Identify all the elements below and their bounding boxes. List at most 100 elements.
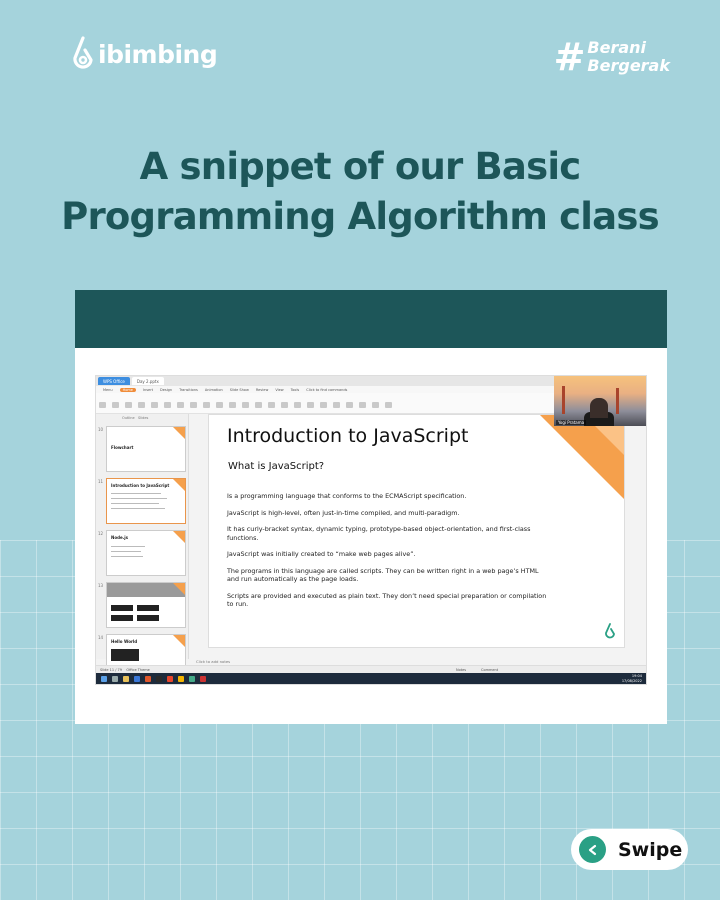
slide-subtitle[interactable]: What is JavaScript? <box>228 461 324 472</box>
menu-item-home[interactable]: Home <box>119 387 136 392</box>
thumbnail-text-line <box>111 503 159 504</box>
slide-thumbnail-12[interactable]: 12 Node.js <box>98 530 186 576</box>
select-icon[interactable] <box>385 402 392 408</box>
logo-text: ibimbing <box>98 39 218 69</box>
slide-paragraph: JavaScript is high-level, often just-in-… <box>227 508 460 517</box>
menu-item-view[interactable]: View <box>275 388 283 392</box>
thumbnail-number: 12 <box>98 531 104 536</box>
presenter-head <box>590 398 608 418</box>
menu-item-tools[interactable]: Tools <box>291 388 300 392</box>
slide-thumbnail-11[interactable]: 11 Introduction to JavaScript <box>98 478 186 524</box>
tab-day2[interactable]: Day 2.pptx <box>131 377 164 385</box>
picture-icon[interactable] <box>333 402 340 408</box>
thumbnail-number: 14 <box>98 635 104 640</box>
thumbnail-corner <box>173 427 185 439</box>
ibimbing-logo: ibimbing <box>70 36 218 72</box>
font-color-icon[interactable] <box>242 402 249 408</box>
swipe-arrow-icon <box>579 836 606 863</box>
hashtag-berani-bergerak: # Berani Bergerak <box>554 38 670 76</box>
cut-icon[interactable] <box>112 402 119 408</box>
menu-item-transitions[interactable]: Transitions <box>179 388 198 392</box>
thumbnail-corner <box>173 531 185 543</box>
thumbnail-text-line <box>111 556 143 557</box>
slide-paragraph: Is a programming language that conforms … <box>227 492 467 500</box>
chrome-icon[interactable] <box>178 675 184 682</box>
arrange-icon[interactable] <box>346 402 353 408</box>
bold-icon[interactable] <box>203 402 210 408</box>
edge-icon[interactable] <box>134 675 140 682</box>
hashtag-line1: Berani <box>587 38 647 57</box>
presenter-name: Yogi Pratama <box>556 420 587 425</box>
theme-name: Office Theme <box>126 668 150 672</box>
card-header-band <box>75 290 667 348</box>
menu-item-design[interactable]: Design <box>160 388 172 392</box>
search-icon[interactable] <box>112 675 118 682</box>
numbering-icon[interactable] <box>268 402 275 408</box>
thumbnail-title: Hello World <box>111 639 138 644</box>
swipe-label: Swipe <box>618 838 683 861</box>
italic-icon[interactable] <box>216 402 223 408</box>
menu-item-review[interactable]: Review <box>256 388 269 392</box>
thumbnail-image <box>111 605 133 611</box>
slide-logo-icon <box>605 623 615 639</box>
presenter-video: Yogi Pratama <box>554 376 646 426</box>
thumbnail-text-line <box>111 508 165 509</box>
wps-icon[interactable] <box>200 675 206 682</box>
windows-taskbar: 19:04 17/08/2022 <box>96 673 646 684</box>
app-icon[interactable] <box>167 675 173 682</box>
headline-line1: A snippet of our Basic <box>139 145 582 188</box>
menu-item-slide-show[interactable]: Slide Show <box>230 388 249 392</box>
app-icon[interactable] <box>156 675 162 682</box>
thumbnail-corner <box>173 635 185 647</box>
app-icon[interactable] <box>189 675 195 682</box>
thumbnail-image <box>137 615 159 621</box>
format-painter-icon[interactable] <box>138 402 145 408</box>
slide-thumbnail-10[interactable]: 10 Flowchart <box>98 426 186 472</box>
tab-slides[interactable]: Slides <box>138 416 148 420</box>
hashtag-symbol: # <box>553 35 586 79</box>
taskbar-clock: 19:04 17/08/2022 <box>622 674 642 683</box>
bullets-icon[interactable] <box>255 402 262 408</box>
slide-canvas[interactable]: Introduction to JavaScript What is JavaS… <box>208 414 625 648</box>
panel-tabs: Outline Slides <box>96 414 188 420</box>
align-left-icon[interactable] <box>281 402 288 408</box>
underline-icon[interactable] <box>229 402 236 408</box>
find-icon[interactable] <box>359 402 366 408</box>
tab-outline[interactable]: Outline <box>122 416 135 420</box>
start-icon[interactable] <box>101 675 107 682</box>
menu-item-insert[interactable]: Insert <box>143 388 153 392</box>
shapes-icon[interactable] <box>320 402 327 408</box>
ibimbing-logo-icon <box>73 36 93 69</box>
app-icon[interactable] <box>145 675 151 682</box>
slide-paragraph: JavaScript was initially created to “mak… <box>227 550 416 558</box>
menu-item-animation[interactable]: Animation <box>205 388 223 392</box>
thumbnail-image <box>137 605 159 611</box>
layout-icon[interactable] <box>164 402 171 408</box>
copy-icon[interactable] <box>125 402 132 408</box>
text-box-icon[interactable] <box>307 402 314 408</box>
slide-count: Slide 11 / 79 <box>100 668 122 672</box>
thumbnail-number: 10 <box>98 427 104 432</box>
swipe-button[interactable]: Swipe <box>571 829 688 870</box>
slide-paragraph: It has curly-bracket syntax, dynamic typ… <box>227 525 531 542</box>
tab-wps-office[interactable]: WPS Office <box>98 377 130 385</box>
menu-item-menu[interactable]: Menu <box>103 388 113 392</box>
slides-panel: Outline Slides 10 Flowchart 11 Introduct… <box>96 414 189 680</box>
slide-thumbnail-13[interactable]: 13 <box>98 582 186 628</box>
slide-title[interactable]: Introduction to JavaScript <box>227 425 468 447</box>
paste-icon[interactable] <box>99 402 106 408</box>
thumbnail-text-line <box>111 546 145 547</box>
new-slide-icon[interactable] <box>151 402 158 408</box>
thumbnail-image <box>111 615 133 621</box>
section-icon[interactable] <box>190 402 197 408</box>
slide-body[interactable]: Is a programming language that conforms … <box>227 492 547 617</box>
command-search[interactable]: Click to find commands <box>306 388 347 392</box>
thumbnail-title: Flowchart <box>111 445 134 450</box>
folder-icon[interactable] <box>123 675 129 682</box>
reset-icon[interactable] <box>177 402 184 408</box>
replace-icon[interactable] <box>372 402 379 408</box>
align-center-icon[interactable] <box>294 402 301 408</box>
slide-paragraph: The programs in this language are called… <box>227 566 539 584</box>
thumbnail-title: Node.js <box>111 535 128 540</box>
headline: A snippet of our Basic Programming Algor… <box>0 142 720 242</box>
